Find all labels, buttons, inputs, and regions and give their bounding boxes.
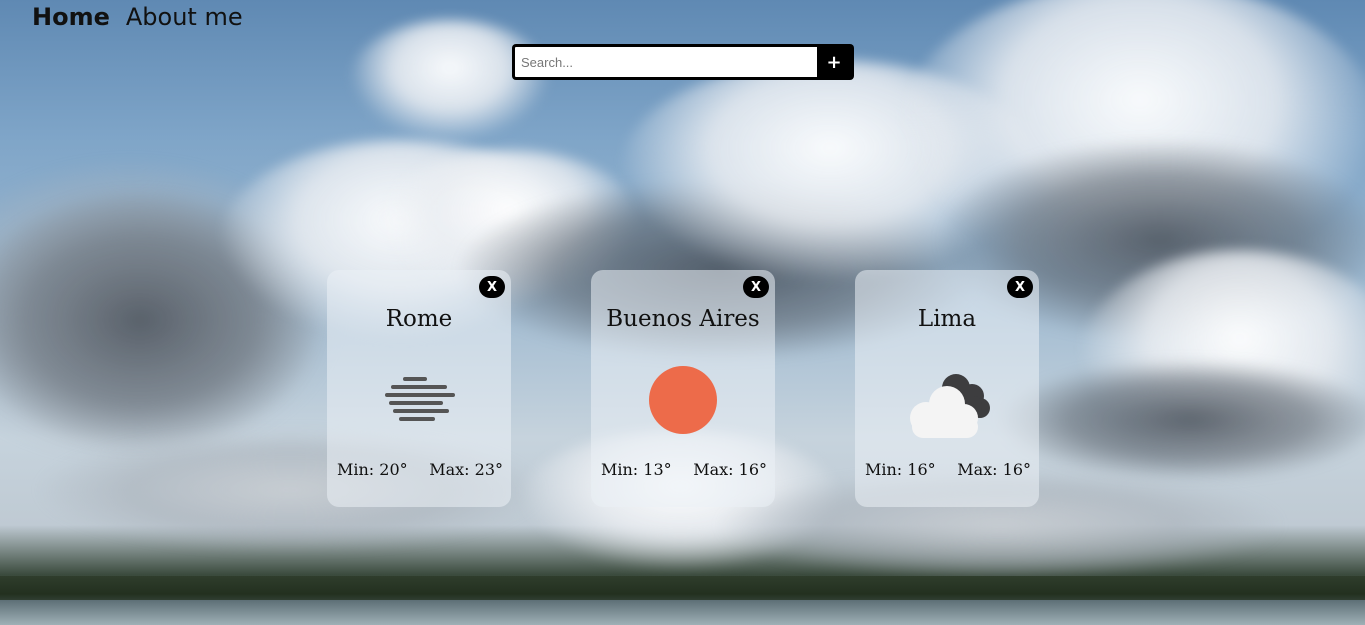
weather-card-buenos-aires: X Buenos Aires Min: 13° Max: 16°: [591, 270, 775, 507]
city-name: Rome: [385, 306, 453, 332]
close-card-button[interactable]: X: [479, 276, 505, 298]
close-card-button[interactable]: X: [1007, 276, 1033, 298]
sun-icon: [649, 366, 717, 434]
nav-home-link[interactable]: Home: [32, 0, 110, 34]
close-card-button[interactable]: X: [743, 276, 769, 298]
lake-water: [0, 600, 1365, 625]
search-bar: +: [512, 44, 854, 80]
city-name: Lima: [917, 306, 977, 332]
min-temp: Min: 13°: [601, 460, 672, 479]
top-nav: Home About me: [32, 0, 243, 34]
search-input[interactable]: [515, 47, 817, 77]
city-name: Buenos Aires: [606, 306, 760, 332]
min-temp: Min: 20°: [337, 460, 408, 479]
weather-card-rome: X Rome Min: 20° Max: 23°: [327, 270, 511, 507]
weather-card-lima: X Lima Min: 16° Max: 16°: [855, 270, 1039, 507]
max-temp: Max: 23°: [429, 460, 503, 479]
add-city-button[interactable]: +: [817, 47, 851, 77]
max-temp: Max: 16°: [693, 460, 767, 479]
nav-about-link[interactable]: About me: [126, 0, 243, 34]
mist-icon: [385, 377, 455, 421]
cloudy-icon: [910, 374, 990, 438]
max-temp: Max: 16°: [957, 460, 1031, 479]
min-temp: Min: 16°: [865, 460, 936, 479]
